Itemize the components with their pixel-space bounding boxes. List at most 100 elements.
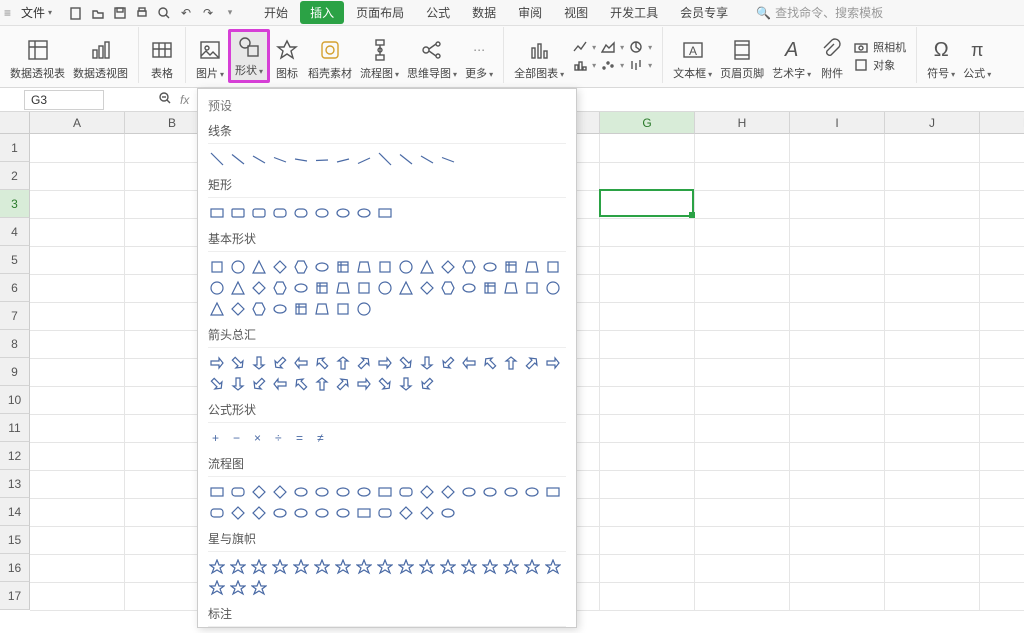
shape-option[interactable] <box>229 300 247 318</box>
cell[interactable] <box>790 414 885 442</box>
shape-option[interactable] <box>250 504 268 522</box>
zoom-out-icon[interactable] <box>158 91 172 108</box>
shape-option[interactable] <box>376 279 394 297</box>
shape-option[interactable] <box>208 150 226 168</box>
cell[interactable] <box>980 498 1024 526</box>
cell[interactable] <box>980 246 1024 274</box>
cell[interactable] <box>980 302 1024 330</box>
cell[interactable] <box>980 358 1024 386</box>
shape-option[interactable] <box>439 483 457 501</box>
row-header[interactable]: 14 <box>0 498 30 526</box>
shape-option[interactable] <box>208 300 226 318</box>
shape-option[interactable] <box>229 483 247 501</box>
cell[interactable] <box>600 470 695 498</box>
row-header[interactable]: 11 <box>0 414 30 442</box>
cell[interactable] <box>885 442 980 470</box>
shape-option[interactable] <box>418 354 436 372</box>
shape-option[interactable] <box>292 204 310 222</box>
shape-option[interactable] <box>250 150 268 168</box>
cell[interactable] <box>885 554 980 582</box>
col-header[interactable]: H <box>695 112 790 134</box>
shape-option[interactable] <box>418 375 436 393</box>
cell[interactable] <box>30 442 125 470</box>
fx-icon[interactable]: fx <box>180 93 189 107</box>
shape-option[interactable] <box>397 258 415 276</box>
object-button[interactable]: 对象 <box>853 57 906 73</box>
pivot-table-button[interactable]: 数据透视表 <box>6 29 69 83</box>
cell[interactable] <box>980 274 1024 302</box>
cell[interactable] <box>600 582 695 610</box>
shape-option[interactable] <box>502 558 520 576</box>
cell[interactable] <box>30 554 125 582</box>
col-header[interactable]: K <box>980 112 1024 134</box>
cell[interactable] <box>885 358 980 386</box>
shape-option[interactable] <box>376 558 394 576</box>
cell[interactable] <box>980 386 1024 414</box>
shape-option[interactable] <box>439 258 457 276</box>
shape-option[interactable] <box>523 279 541 297</box>
cell[interactable] <box>600 134 695 162</box>
shape-option[interactable] <box>208 204 226 222</box>
cell[interactable] <box>790 582 885 610</box>
picture-button[interactable]: 图片▾ <box>192 29 228 83</box>
cell[interactable] <box>790 470 885 498</box>
cell[interactable] <box>790 386 885 414</box>
shape-option[interactable] <box>439 354 457 372</box>
row-header[interactable]: 13 <box>0 470 30 498</box>
more-button[interactable]: ⋯ 更多▾ <box>461 29 497 83</box>
qa-dropdown-icon[interactable]: ▾ <box>222 5 238 21</box>
shape-option[interactable] <box>544 558 562 576</box>
cell[interactable] <box>885 330 980 358</box>
shape-option[interactable] <box>313 375 331 393</box>
shape-option[interactable] <box>313 354 331 372</box>
shape-option[interactable] <box>544 483 562 501</box>
shape-option[interactable] <box>334 279 352 297</box>
cell[interactable] <box>600 330 695 358</box>
cell[interactable] <box>30 414 125 442</box>
cell[interactable] <box>30 274 125 302</box>
shape-option[interactable] <box>250 579 268 597</box>
shapes-button[interactable]: 形状▾ <box>228 29 270 83</box>
cell[interactable] <box>885 470 980 498</box>
mindmap-button[interactable]: 思维导图▾ <box>403 29 461 83</box>
cell[interactable] <box>885 582 980 610</box>
shape-option[interactable]: ≠ <box>313 429 331 447</box>
cell[interactable] <box>790 190 885 218</box>
row-header[interactable]: 4 <box>0 218 30 246</box>
cell[interactable] <box>980 582 1024 610</box>
row-header[interactable]: 7 <box>0 302 30 330</box>
row-header[interactable]: 12 <box>0 442 30 470</box>
shape-option[interactable] <box>208 354 226 372</box>
shape-option[interactable] <box>502 258 520 276</box>
cell[interactable] <box>600 498 695 526</box>
shape-option[interactable] <box>250 558 268 576</box>
shape-option[interactable] <box>523 483 541 501</box>
cell[interactable] <box>885 134 980 162</box>
col-header[interactable]: G <box>600 112 695 134</box>
chart-pie-icon[interactable] <box>628 39 644 55</box>
cell[interactable] <box>695 190 790 218</box>
shape-option[interactable] <box>397 483 415 501</box>
cell[interactable] <box>790 134 885 162</box>
shape-option[interactable] <box>376 204 394 222</box>
cell[interactable] <box>695 274 790 302</box>
shape-option[interactable] <box>481 558 499 576</box>
wordart-button[interactable]: A 艺术字▾ <box>768 29 815 83</box>
shape-option[interactable] <box>376 375 394 393</box>
shape-option[interactable] <box>544 354 562 372</box>
shape-option[interactable] <box>376 483 394 501</box>
cell[interactable] <box>885 386 980 414</box>
name-box[interactable]: G3 <box>24 90 104 110</box>
shape-option[interactable]: ÷ <box>271 429 289 447</box>
shape-option[interactable] <box>271 150 289 168</box>
cell[interactable] <box>980 218 1024 246</box>
cell[interactable] <box>980 442 1024 470</box>
shape-option[interactable] <box>439 150 457 168</box>
cell[interactable] <box>885 218 980 246</box>
shape-option[interactable] <box>229 558 247 576</box>
shape-option[interactable] <box>502 354 520 372</box>
shape-option[interactable] <box>397 504 415 522</box>
cell[interactable] <box>790 218 885 246</box>
cell[interactable] <box>790 162 885 190</box>
cell[interactable] <box>790 442 885 470</box>
